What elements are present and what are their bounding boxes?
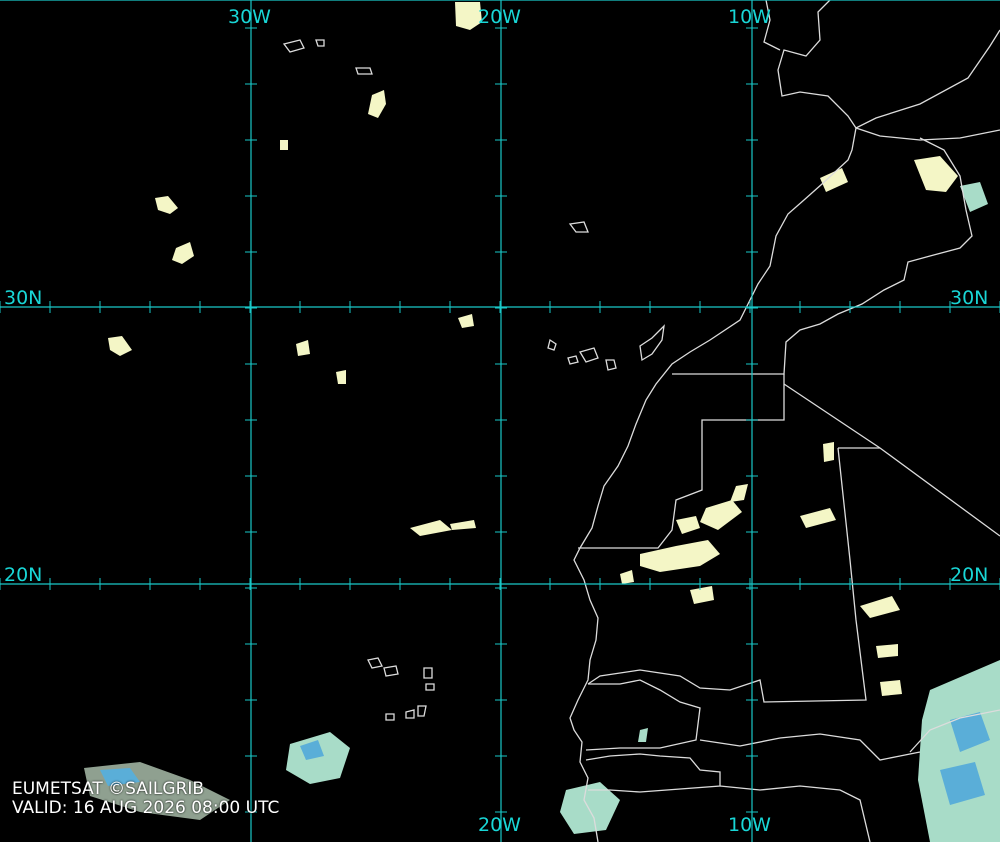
satellite-map <box>0 0 1000 842</box>
credit-text: EUMETSAT ©SAILGRIB <box>12 779 205 799</box>
lat-label-20n-left: 20N <box>4 564 43 586</box>
lon-label-20w-top: 20W <box>478 6 521 28</box>
lat-label-20n-right: 20N <box>950 564 989 586</box>
lon-label-10w-top: 10W <box>728 6 771 28</box>
lat-label-30n-left: 30N <box>4 287 43 309</box>
lon-label-20w-bottom: 20W <box>478 814 521 836</box>
lon-label-10w-bottom: 10W <box>728 814 771 836</box>
lon-label-30w-top: 30W <box>228 6 271 28</box>
valid-time-text: VALID: 16 AUG 2026 08:00 UTC <box>12 798 280 818</box>
lat-label-30n-right: 30N <box>950 287 989 309</box>
